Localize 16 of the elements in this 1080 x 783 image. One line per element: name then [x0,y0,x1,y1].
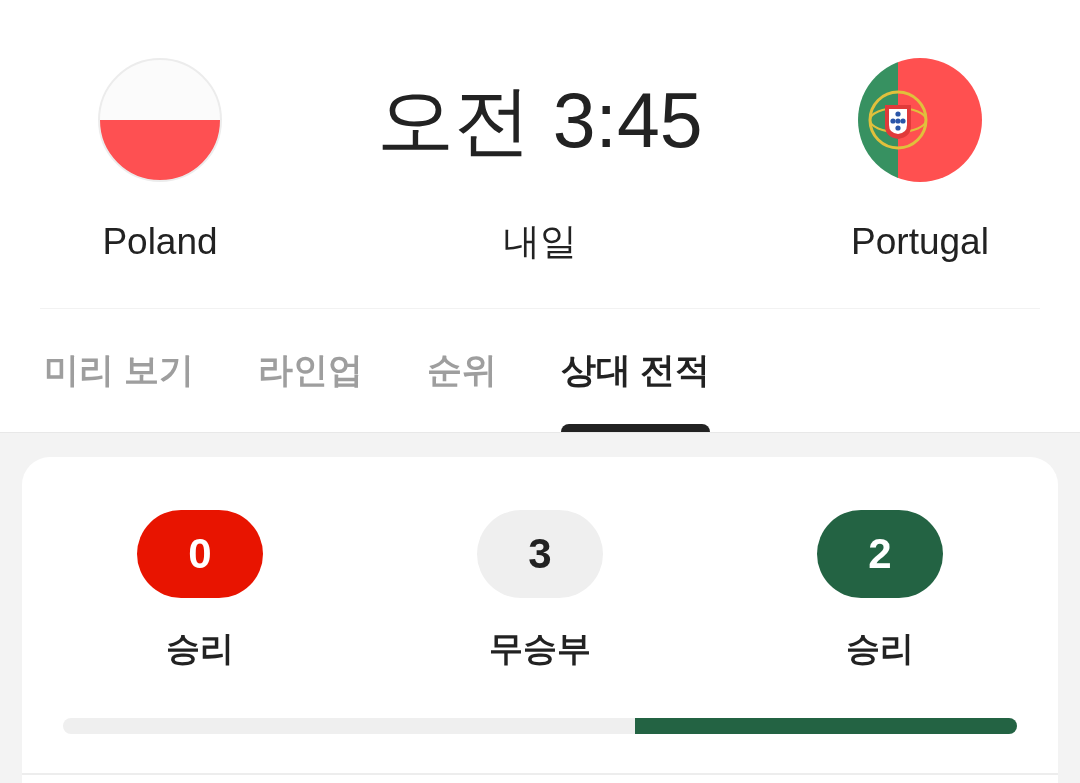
match-day: 내일 [503,220,577,263]
result-label: 무승부 [489,628,591,668]
result-count: 2 [817,510,943,598]
result-label: 승리 [166,628,234,668]
team-name: Poland [102,220,218,263]
tab[interactable]: 순위 [426,309,497,432]
tab[interactable]: 미리 보기 [44,309,194,432]
flag-icon [98,58,222,182]
tab[interactable]: 상대 전적 [560,309,711,432]
tab[interactable]: 라인업 [257,309,363,432]
flag-icon [858,58,982,182]
result-count: 0 [137,510,263,598]
result-count: 3 [477,510,603,598]
result-label: 승리 [846,628,914,668]
team-name: Portugal [851,220,989,263]
match-time: 오전 3:45 [377,81,703,159]
